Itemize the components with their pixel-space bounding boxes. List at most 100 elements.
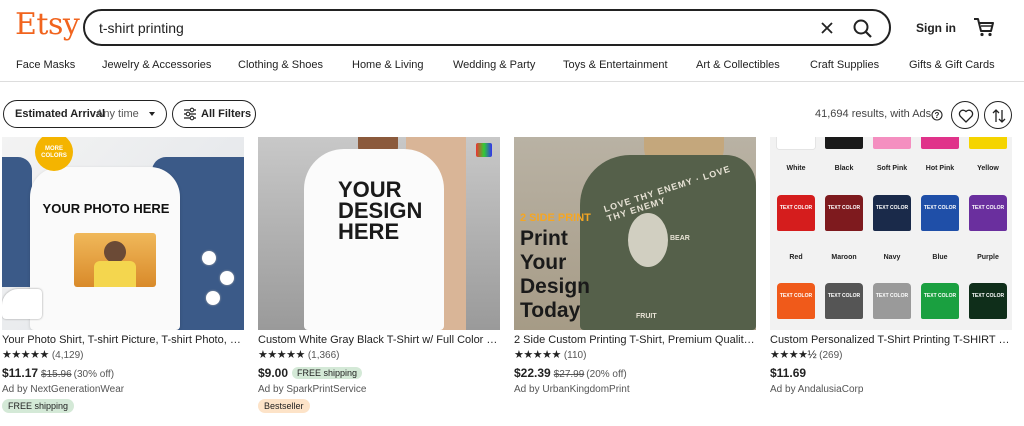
color-swatch-shirt (921, 137, 959, 149)
cotton-flowers (198, 247, 242, 317)
swatch-text-color-label: TEXT COLOR (875, 205, 909, 211)
all-filters-button[interactable]: All Filters (172, 100, 256, 128)
product-title[interactable]: Custom Personalized T-Shirt Printing T-S… (770, 334, 1012, 346)
sale-price: $22.39 (514, 366, 551, 380)
product-title[interactable]: Your Photo Shirt, T-shirt Picture, T-shi… (2, 334, 244, 346)
favorite-search-button[interactable] (951, 101, 979, 129)
color-swatch-shirt (873, 195, 911, 231)
swatch-name: Soft Pink (876, 165, 908, 172)
free-shipping-badge: FREE shipping (2, 399, 75, 413)
category-craft[interactable]: Craft Supplies (810, 59, 879, 71)
color-swatch-shirt (777, 283, 815, 319)
swatch-text-color-label: TEXT COLOR (971, 205, 1005, 211)
category-nav: Face Masks Jewelry & Accessories Clothin… (0, 56, 1024, 82)
color-swatch-shirt (873, 283, 911, 319)
category-wedding[interactable]: Wedding & Party (453, 59, 535, 71)
sort-button[interactable] (984, 101, 1012, 129)
bestseller-badge: Bestseller (258, 399, 310, 413)
close-icon[interactable] (817, 18, 837, 38)
print-your-design-text: Print Your Design Today (520, 227, 591, 322)
category-toys[interactable]: Toys & Entertainment (563, 59, 668, 71)
more-colors-text: MORE COLORS (41, 146, 67, 159)
category-home-living[interactable]: Home & Living (352, 59, 424, 71)
product-title[interactable]: 2 Side Custom Printing T-Shirt, Premium … (514, 334, 756, 346)
product-rating: ★★★★★ (4,129) (2, 348, 84, 362)
review-count: (4,129) (51, 350, 84, 361)
free-shipping-pill: FREE shipping (292, 367, 363, 379)
color-swatch-shirt (969, 137, 1007, 149)
heart-icon (958, 109, 974, 123)
swatch-text-color-label: TEXT COLOR (971, 293, 1005, 299)
results-count: 41,694 results, with Ads (815, 108, 932, 120)
review-count: (1,366) (307, 350, 340, 361)
product-image[interactable]: LOVE THY ENEMY · LOVE THY ENEMY BEAR FRU… (514, 137, 756, 330)
ad-by-seller[interactable]: Ad by SparkPrintService (258, 384, 366, 395)
search-icon[interactable] (851, 17, 875, 41)
swatch-text-color-label: TEXT COLOR (875, 293, 909, 299)
color-swatch-shirt (969, 283, 1007, 319)
color-swatch-shirt (873, 137, 911, 149)
pear-graphic (628, 213, 668, 267)
category-art[interactable]: Art & Collectibles (696, 59, 780, 71)
color-swatch-shirt (825, 283, 863, 319)
shirt-graphic-fruit: FRUIT (636, 313, 657, 320)
product-image[interactable]: YOUR PHOTO HERE MORE COLORS (2, 137, 244, 330)
swatch-text-color-label: TEXT COLOR (827, 293, 861, 299)
estimated-arrival-dropdown[interactable]: Estimated Arrival Any time (3, 100, 167, 128)
two-side-print-label: 2 SIDE PRINT (520, 212, 591, 224)
color-swatch-shirt (777, 195, 815, 231)
swatch-text-color-label: TEXT COLOR (923, 205, 957, 211)
product-card[interactable]: LOVE THY ENEMY · LOVE THY ENEMY BEAR FRU… (514, 137, 756, 426)
product-title[interactable]: Custom White Gray Black T-Shirt w/ Full … (258, 334, 500, 346)
etsy-logo[interactable]: Etsy (15, 7, 80, 42)
category-jewelry[interactable]: Jewelry & Accessories (102, 59, 211, 71)
photo-shape (74, 233, 156, 287)
sliders-icon (183, 107, 197, 121)
category-gifts[interactable]: Gifts & Gift Cards (909, 59, 995, 71)
swatch-text-color-label: TEXT COLOR (923, 293, 957, 299)
stars: ★★★★★ (258, 349, 305, 361)
sale-price: $9.00 (258, 366, 289, 380)
original-price: $15.96 (41, 369, 72, 380)
swatch-text-color-label: TEXT COLOR (779, 205, 813, 211)
caret-down-icon (149, 112, 155, 116)
more-colors-badge: MORE COLORS (35, 137, 73, 171)
sort-icon (992, 109, 1006, 123)
stars: ★★★★½ (770, 349, 817, 361)
discount: (30% off) (73, 369, 115, 380)
stars: ★★★★★ (514, 349, 561, 361)
review-count: (269) (819, 350, 843, 361)
stars: ★★★★★ (2, 349, 49, 361)
swatch-name: Red (789, 254, 803, 261)
ad-by-seller[interactable]: Ad by AndalusiaCorp (770, 384, 863, 395)
product-card[interactable]: YOUR PHOTO HERE MORE COLORS Your Photo S… (2, 137, 244, 426)
category-clothing[interactable]: Clothing & Shoes (238, 59, 323, 71)
svg-text:?: ? (935, 111, 940, 120)
cart-icon[interactable] (973, 16, 995, 38)
ad-by-seller[interactable]: Ad by UrbanKingdomPrint (514, 384, 630, 395)
all-filters-label: All Filters (201, 108, 252, 120)
color-swatch-shirt (921, 195, 959, 231)
original-price: $27.99 (553, 369, 585, 380)
arrival-label: Estimated Arrival (15, 108, 106, 120)
product-image[interactable]: YOUR DESIGN HERE (258, 137, 500, 330)
product-rating: ★★★★½ (269) (770, 348, 842, 362)
product-rating: ★★★★★ (110) (514, 348, 586, 362)
search-input[interactable] (99, 18, 799, 38)
thumb-text-design: YOUR DESIGN HERE (338, 177, 423, 244)
sign-in-link[interactable]: Sign in (916, 21, 956, 35)
info-icon[interactable]: ? (931, 108, 943, 121)
product-card[interactable]: White Black Soft Pink Hot Pink Yellow TEXT CO… (770, 137, 1012, 426)
swatch-name: Yellow (977, 165, 999, 172)
product-card[interactable]: YOUR DESIGN HERE Custom White Gray Black… (258, 137, 500, 426)
swatch-name: Hot Pink (925, 165, 955, 172)
review-count: (110) (563, 350, 587, 361)
category-face-masks[interactable]: Face Masks (16, 59, 75, 71)
color-swatch-shirt (921, 283, 959, 319)
swatch-name: Black (834, 165, 854, 172)
product-image[interactable]: White Black Soft Pink Hot Pink Yellow TEXT CO… (770, 137, 1012, 330)
ad-by-seller[interactable]: Ad by NextGenerationWear (2, 384, 124, 395)
header: Etsy Sign in (0, 0, 1024, 56)
swatch-name: White (786, 165, 806, 172)
jacket-sleeve-shape (2, 157, 32, 287)
